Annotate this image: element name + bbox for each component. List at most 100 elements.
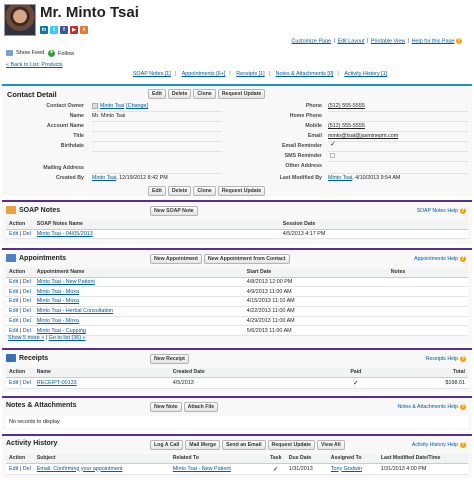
section-title: SOAP Notes (19, 206, 61, 214)
calendar-icon (6, 254, 16, 262)
notes-help[interactable]: Notes & Attachments Help ? (397, 404, 466, 410)
delete-link[interactable]: Del (23, 466, 31, 472)
created-by-link[interactable]: Minto Tsai (92, 175, 116, 181)
help-label: Activity History Help (411, 442, 458, 448)
related-to-link[interactable]: Minto Tsai - New Patient (169, 463, 266, 475)
edit-link[interactable]: Edit (9, 289, 18, 295)
notes-attachments-link[interactable]: Notes & Attachments [0] (276, 71, 334, 77)
appointments-help[interactable]: Appointments Help ? (414, 256, 466, 262)
receipts-table: Action Name Created Date Paid Total Edit… (6, 368, 468, 389)
receipts-link[interactable]: Receipts [1] (236, 71, 264, 77)
receipts-help[interactable]: Receipts Help ? (426, 356, 466, 362)
request-update-button[interactable]: Request Update (217, 89, 266, 99)
show-feed-button[interactable]: Show Feed (6, 50, 44, 56)
soap-notes-link[interactable]: SOAP Notes [1] (133, 71, 171, 77)
mail-merge-button[interactable]: Mail Merge (185, 440, 221, 450)
new-appointment-from-contact-button[interactable]: New Appointment from Contact (203, 254, 290, 264)
created-date: 4/5/2013 (169, 377, 346, 389)
activity-table: Action Subject Related To Task Due Date … (6, 454, 468, 475)
clone-button[interactable]: Clone (193, 89, 216, 99)
delete-button[interactable]: Delete (167, 186, 192, 196)
edit-link[interactable]: Edit (9, 380, 18, 386)
separator: | (407, 38, 410, 45)
delete-link[interactable]: Del (23, 289, 31, 295)
help-link[interactable]: Help for this Page (412, 38, 455, 44)
delete-link[interactable]: Del (23, 328, 31, 334)
delete-link[interactable]: Del (23, 318, 31, 324)
edit-layout-link[interactable]: Edit Layout (337, 38, 364, 44)
new-soap-note-button[interactable]: New SOAP Note (150, 206, 198, 216)
contact-owner-link[interactable]: Minto Tsai (100, 103, 124, 109)
edit-link[interactable]: Edit (9, 298, 18, 304)
appointment-name-link[interactable]: Minto Tsai - Moxa (33, 296, 244, 307)
linkedin-icon[interactable]: in (40, 26, 48, 34)
activity-history-link[interactable]: Activity History [1] (344, 71, 387, 77)
delete-button[interactable]: Delete (167, 89, 192, 99)
receipt-name-link[interactable]: RECEIPT-00133 (33, 377, 170, 389)
edit-button[interactable]: Edit (148, 186, 166, 196)
edit-link[interactable]: Edit (9, 279, 18, 285)
delete-link[interactable]: Del (23, 279, 31, 285)
help-icon[interactable]: ? (456, 38, 462, 44)
start-date: 4/22/2013 11:00 AM (243, 306, 388, 317)
soap-notes-help[interactable]: SOAP Notes Help ? (417, 208, 466, 214)
printable-view-link[interactable]: Printable View (371, 38, 405, 44)
email-value[interactable]: minto@tsai@jasminepm.com (328, 133, 398, 139)
modified-by-link[interactable]: Minto Tsai (328, 175, 352, 181)
new-appointment-button[interactable]: New Appointment (150, 254, 202, 264)
appointment-name-link[interactable]: Minto Tsai - Moxa (33, 286, 244, 298)
section-header: SOAP Notes (6, 206, 60, 214)
appointments-link[interactable]: Appointments [6+] (182, 71, 226, 77)
edit-link[interactable]: Edit (9, 466, 18, 472)
appointment-name-link[interactable]: Minto Tsai - New Patient (33, 277, 244, 288)
klout-icon[interactable]: k (80, 26, 88, 34)
activity-help[interactable]: Activity History Help ? (412, 442, 466, 448)
youtube-icon[interactable]: ▶ (70, 26, 78, 34)
delete-link[interactable]: Del (23, 308, 31, 314)
edit-button[interactable]: Edit (148, 89, 166, 99)
home-phone-label: Home Phone (289, 113, 322, 119)
help-label: Notes & Attachments Help (397, 404, 458, 410)
change-owner-link[interactable]: [Change] (126, 103, 148, 109)
new-receipt-button[interactable]: New Receipt (150, 354, 189, 364)
page-header: Mr. Minto Tsai in t f ▶ k Customize Page… (0, 0, 474, 48)
appointments-buttons: New Appointment New Appointment from Con… (150, 254, 290, 264)
edit-link[interactable]: Edit (9, 328, 18, 334)
twitter-icon[interactable]: t (50, 26, 58, 34)
edit-link[interactable]: Edit (9, 318, 18, 324)
created-by-value: Minto Tsai, 12/19/2012 8:42 PM (92, 175, 168, 181)
appointment-name-link[interactable]: Minto Tsai - Moxa (33, 316, 244, 327)
request-update-button[interactable]: Request Update (267, 440, 316, 450)
attach-file-button[interactable]: Attach File (183, 402, 219, 412)
subject-link[interactable]: Email: Confirming your appointment (33, 463, 170, 475)
phone-value[interactable]: (512) 555-5555 (328, 103, 365, 109)
delete-link[interactable]: Del (23, 298, 31, 304)
view-all-button[interactable]: View All (317, 440, 345, 450)
follow-button[interactable]: + Follow (48, 50, 74, 57)
notes-cell (387, 277, 468, 288)
assigned-to-link[interactable]: Tony Godwin (327, 463, 378, 475)
facebook-icon[interactable]: f (60, 26, 68, 34)
send-email-button[interactable]: Send an Email (222, 440, 266, 450)
notes-cell (387, 325, 468, 337)
log-a-call-button[interactable]: Log A Call (150, 440, 184, 450)
edit-link[interactable]: Edit (9, 308, 18, 314)
delete-link[interactable]: Del (23, 231, 31, 237)
created-by-label: Created By (56, 175, 84, 181)
request-update-button[interactable]: Request Update (217, 186, 266, 196)
new-note-button[interactable]: New Note (150, 402, 182, 412)
mobile-value[interactable]: (512) 555-5555 (328, 123, 365, 129)
appointment-name-link[interactable]: Minto Tsai - Herbal Consultation (33, 306, 244, 317)
back-to-list-link[interactable]: « Back to List: Products (6, 62, 63, 68)
separator: | (268, 71, 271, 77)
delete-link[interactable]: Del (23, 380, 31, 386)
show-more-link[interactable]: Show 5 more » (8, 335, 44, 341)
help-icon: ? (460, 356, 466, 362)
go-to-list-link[interactable]: Go to list (36) » (49, 335, 86, 341)
soap-note-name-link[interactable]: Minto Tsai - 04/05/2013 (33, 229, 280, 240)
clone-button[interactable]: Clone (193, 186, 216, 196)
notes-buttons: New Note Attach File (150, 402, 219, 412)
edit-link[interactable]: Edit (9, 231, 18, 237)
customize-page-link[interactable]: Customize Page (292, 38, 332, 44)
phone-label: Phone (305, 103, 322, 109)
